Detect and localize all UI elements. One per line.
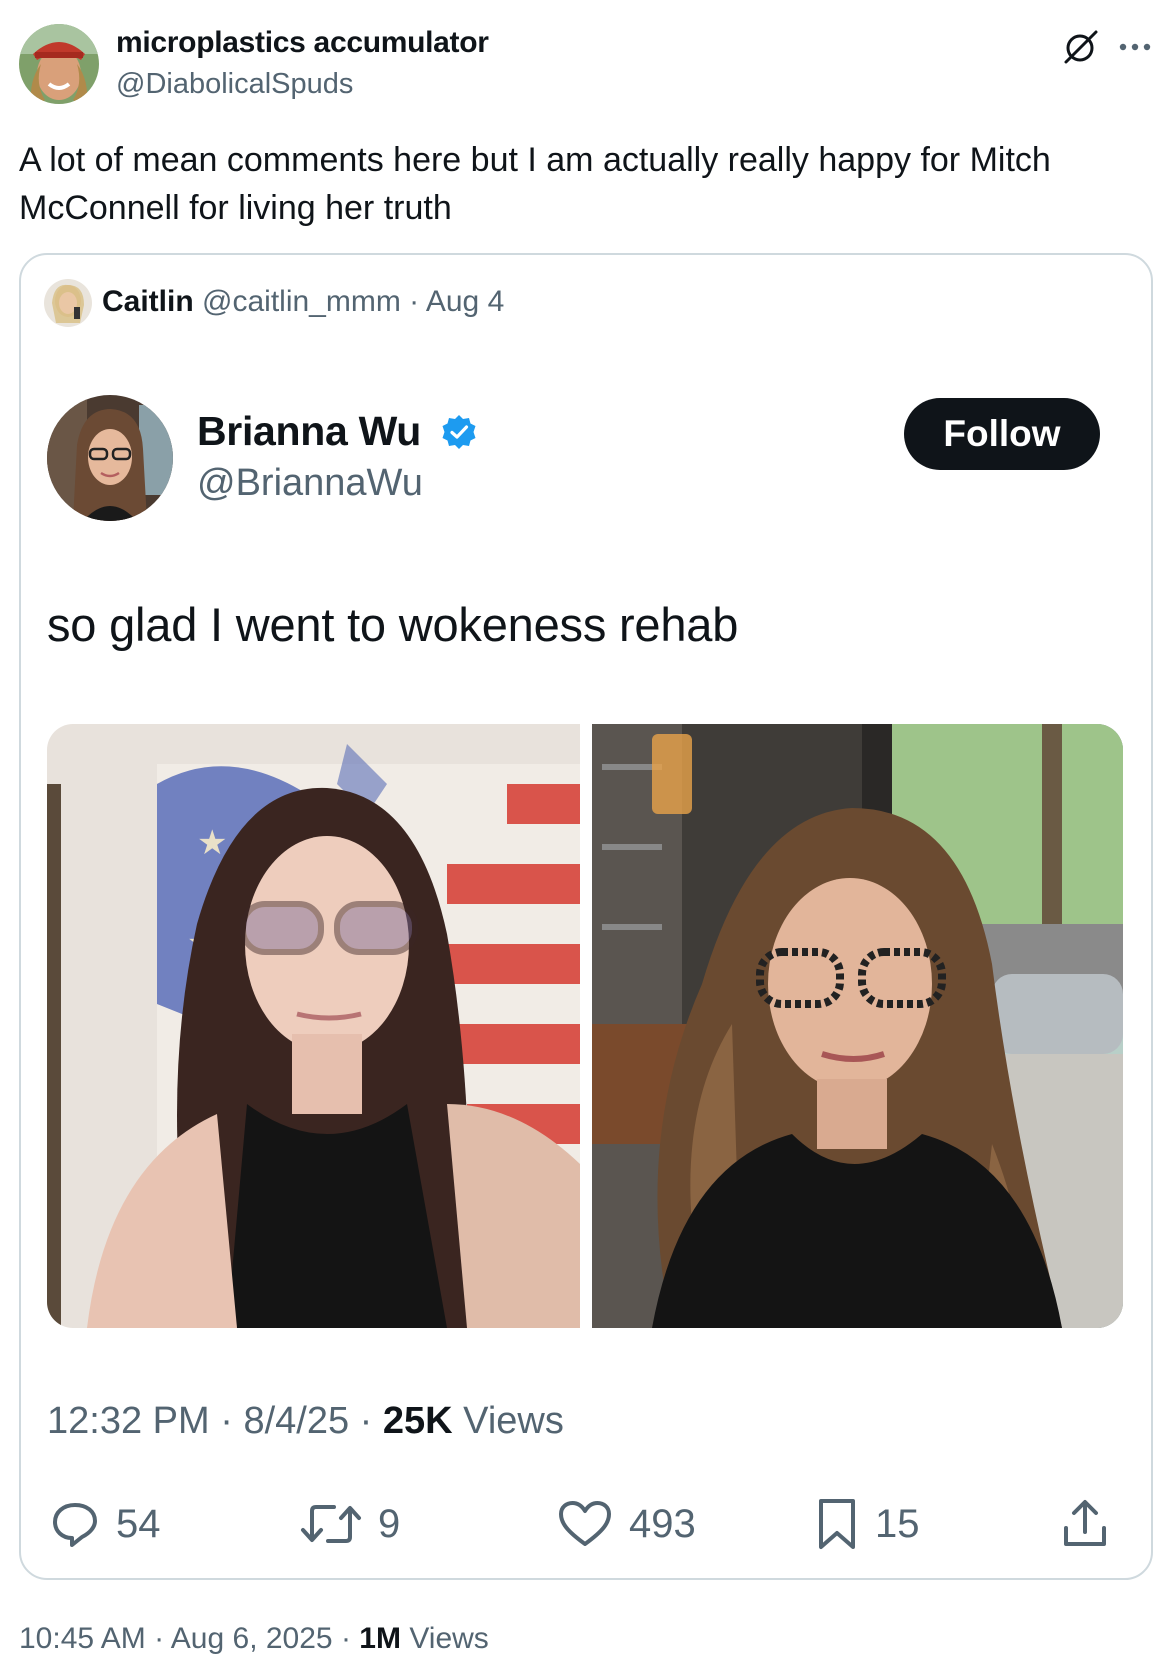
embedded-author-handle: @BriannaWu [197,462,423,504]
embedded-date: 8/4/25 [243,1400,350,1442]
like-count: 493 [629,1501,696,1546]
tweet-views-count[interactable]: 1M [359,1622,401,1655]
like-action: 493 [557,1496,696,1552]
embedded-views-count: 25K [382,1400,453,1442]
share-icon [1064,1500,1106,1546]
bookmark-action: 15 [815,1496,920,1552]
reply-icon [53,1503,97,1547]
verified-badge-icon [441,414,477,450]
embedded-photo-right [592,724,1123,1328]
bookmark-count: 15 [875,1501,920,1546]
svg-text:★: ★ [197,823,227,863]
separator-dot: · [409,285,420,318]
tweet-views-label[interactable]: Views [409,1622,488,1655]
repost-icon [301,1505,361,1543]
bookmark-icon [819,1499,855,1549]
reply-count: 54 [116,1501,161,1546]
tweet-time[interactable]: 10:45 AM [19,1622,146,1655]
quoted-author-name[interactable]: Caitlin [102,285,194,318]
author-display-name[interactable]: microplastics accumulator [116,26,489,60]
repost-action: 9 [300,1496,400,1552]
embedded-photo-left: ★ ★ ★ [47,724,580,1328]
separator-dot: · [359,1400,373,1442]
share-action [1060,1496,1126,1552]
more-options-icon[interactable] [1118,40,1152,52]
reply-action: 54 [50,1496,161,1552]
embedded-author-avatar [47,395,173,521]
grok-icon[interactable] [1062,28,1100,66]
tweet-date[interactable]: Aug 6, 2025 [171,1622,333,1655]
embedded-views-label: Views [463,1400,564,1442]
tweet-text: A lot of mean comments here but I am act… [19,141,1051,227]
separator-dot: · [340,1622,351,1655]
quoted-author-handle[interactable]: @caitlin_mmm [202,285,401,318]
embedded-meta: 12:32 PM · 8/4/25 · 25K Views [47,1400,564,1443]
embedded-time: 12:32 PM [47,1400,210,1442]
quoted-date[interactable]: Aug 4 [426,285,504,318]
embedded-author-name: Brianna Wu [197,408,422,454]
heart-icon [559,1501,611,1546]
author-handle[interactable]: @DiabolicalSpuds [116,68,353,101]
follow-button: Follow [904,398,1100,470]
tweet-meta: 10:45 AM · Aug 6, 2025 · 1M Views [19,1622,489,1656]
separator-dot: · [220,1400,233,1442]
repost-count: 9 [378,1501,401,1546]
embedded-tweet-text: so glad I went to wokeness rehab [47,598,739,651]
quoted-meta: Caitlin @caitlin_mmm · Aug 4 [102,285,504,319]
quoted-author-avatar[interactable] [44,279,92,327]
author-avatar[interactable] [19,24,99,104]
separator-dot: · [154,1622,165,1655]
